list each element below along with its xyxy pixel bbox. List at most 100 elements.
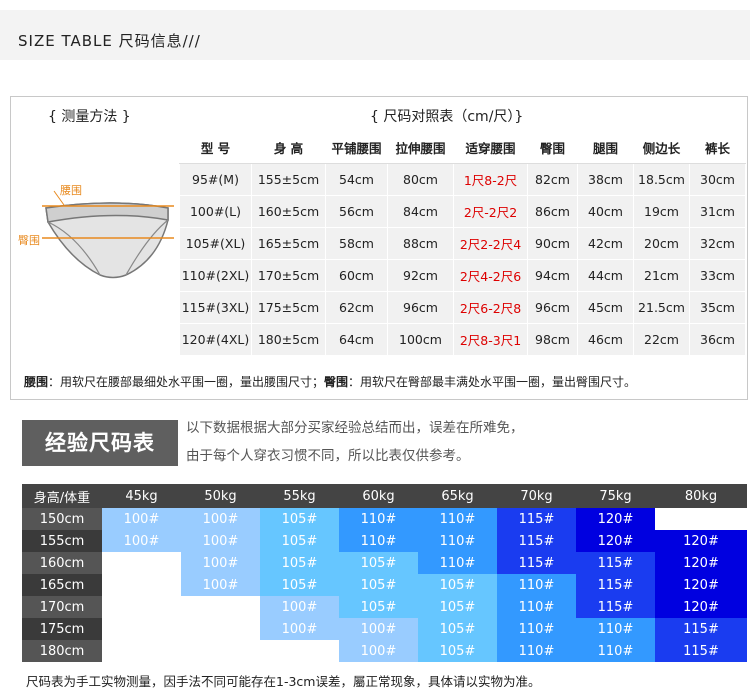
size-table-cell: 155±5cm (251, 163, 326, 196)
grid-height-cell: 160cm (22, 552, 102, 574)
size-table-cell: 46cm (577, 323, 634, 356)
grid-row: 160cm 100# 105# 105# 110# 115# 115# 120# (22, 552, 747, 574)
size-table-cell: 95#(M) (179, 163, 252, 196)
size-table-cell: 56cm (325, 195, 388, 228)
grid-weight-cell: 80kg (655, 484, 747, 508)
size-table-header-cell: 臀围 (527, 131, 578, 164)
measure-method-heading: { 测量方法 } (48, 109, 131, 125)
underwear-illustration (42, 190, 174, 279)
size-table-cell: 180±5cm (251, 323, 326, 356)
size-table-header-cell: 裤长 (689, 131, 746, 164)
grid-size-cell: 105# (418, 618, 497, 640)
grid-size-cell: 100# (102, 530, 181, 552)
size-table-header-row: 型 号身 高平铺腰围 拉伸腰围 适穿腰围 臀围 腿围 侧边长 裤长 (179, 131, 746, 164)
experience-line-1: 以下数据根据大部分买家经验总结而出，误差在所难免， (186, 420, 524, 436)
size-table-header-cell: 腿围 (577, 131, 634, 164)
size-table-cell: 170±5cm (251, 259, 326, 292)
size-table-cell: 64cm (325, 323, 388, 356)
size-table-cell: 19cm (633, 195, 690, 228)
size-table-cell: 21.5cm (633, 291, 690, 324)
grid-size-cell: 115# (497, 508, 576, 530)
grid-row: 150cm 100# 100# 105# 110# 110# 115# 120# (22, 508, 747, 530)
grid-row: 170cm 100# 105# 105# 110# 115# 120# (22, 596, 747, 618)
size-table-cell: 98cm (527, 323, 578, 356)
size-table-cell: 120#(4XL) (179, 323, 252, 356)
size-table-row: 100#(L) 160±5cm 56cm 84cm 2尺-2尺2 86cm 40cm 19cm… (179, 195, 746, 228)
waist-label: 腰围 (60, 184, 82, 197)
size-table-cell: 2尺8-3尺1 (453, 323, 528, 356)
grid-size-cell: 105# (260, 508, 339, 530)
grid-size-cell (102, 640, 181, 662)
grid-weight-cell: 60kg (339, 484, 418, 508)
size-table-cell: 18.5cm (633, 163, 690, 196)
grid-size-cell: 115# (497, 530, 576, 552)
size-table-cell: 100#(L) (179, 195, 252, 228)
grid-size-cell (181, 596, 260, 618)
size-table-cell: 84cm (387, 195, 454, 228)
grid-size-cell: 110# (497, 618, 576, 640)
size-table-cell: 105#(XL) (179, 227, 252, 260)
size-table-row: 115#(3XL) 175±5cm 62cm 96cm 2尺6-2尺8 96cm 45cm 2… (179, 291, 746, 324)
grid-size-cell: 110# (418, 530, 497, 552)
grid-size-cell: 100# (181, 508, 260, 530)
size-table-row: 120#(4XL) 180±5cm 64cm 100cm 2尺8-3尺1 98cm 46cm… (179, 323, 746, 356)
grid-size-cell: 100# (339, 640, 418, 662)
size-table-header-cell: 侧边长 (633, 131, 690, 164)
grid-height-cell: 150cm (22, 508, 102, 530)
size-table-cell: 22cm (633, 323, 690, 356)
grid-size-cell: 115# (576, 552, 655, 574)
size-table-cell: 96cm (527, 291, 578, 324)
grid-size-cell: 100# (102, 508, 181, 530)
size-table-cell: 45cm (577, 291, 634, 324)
grid-size-cell (655, 508, 747, 530)
grid-height-cell: 175cm (22, 618, 102, 640)
grid-size-cell: 120# (655, 552, 747, 574)
grid-size-cell: 100# (181, 530, 260, 552)
page-title: SIZE TABLE 尺码信息/// (18, 32, 201, 50)
grid-size-cell: 100# (181, 574, 260, 596)
grid-size-cell: 110# (339, 508, 418, 530)
size-table-cell: 62cm (325, 291, 388, 324)
grid-size-cell: 110# (576, 618, 655, 640)
grid-size-cell: 120# (576, 508, 655, 530)
grid-size-cell: 110# (576, 640, 655, 662)
waist-text: ：用软尺在腰部最细处水平围一圈，量出腰围尺寸； (48, 375, 325, 389)
size-table-cell: 100cm (387, 323, 454, 356)
grid-size-cell: 110# (497, 596, 576, 618)
size-table-cell: 86cm (527, 195, 578, 228)
grid-header-row: 身高/体重 45kg 50kg 55kg 60kg 65kg 70kg 75kg 80kg (22, 484, 747, 508)
size-table-cell: 82cm (527, 163, 578, 196)
grid-size-cell: 120# (655, 530, 747, 552)
size-table-cell: 31cm (689, 195, 746, 228)
grid-size-cell: 105# (339, 574, 418, 596)
grid-row: 155cm 100# 100# 105# 110# 110# 115# 120# 120# (22, 530, 747, 552)
size-table-cell: 88cm (387, 227, 454, 260)
grid-corner-cell: 身高/体重 (22, 484, 102, 508)
size-table-cell: 21cm (633, 259, 690, 292)
size-table-cell: 36cm (689, 323, 746, 356)
grid-size-cell: 105# (260, 530, 339, 552)
grid-size-cell: 115# (576, 596, 655, 618)
size-table-cell: 20cm (633, 227, 690, 260)
grid-size-cell: 105# (339, 552, 418, 574)
size-table-cell: 160±5cm (251, 195, 326, 228)
grid-size-cell: 100# (260, 596, 339, 618)
grid-size-cell: 115# (655, 640, 747, 662)
size-table-cell: 175±5cm (251, 291, 326, 324)
grid-size-cell: 100# (339, 618, 418, 640)
grid-size-cell (102, 596, 181, 618)
grid-weight-cell: 75kg (576, 484, 655, 508)
grid-size-cell: 115# (655, 618, 747, 640)
grid-weight-cell: 45kg (102, 484, 181, 508)
size-table-cell: 32cm (689, 227, 746, 260)
size-table-header-cell: 平铺腰围 (325, 131, 388, 164)
hip-text: ：用软尺在臀部最丰满处水平围一圈，量出臀围尺寸。 (348, 375, 637, 389)
grid-size-cell: 105# (418, 640, 497, 662)
size-table-cell: 44cm (577, 259, 634, 292)
experience-grid: 身高/体重 45kg 50kg 55kg 60kg 65kg 70kg 75kg 80kg 150… (22, 484, 747, 662)
grid-size-cell: 110# (418, 552, 497, 574)
size-table-cell: 2尺4-2尺6 (453, 259, 528, 292)
grid-size-cell: 110# (339, 530, 418, 552)
grid-size-cell: 120# (655, 574, 747, 596)
experience-line-2: 由于每个人穿衣习惯不同，所以比表仅供参考。 (186, 448, 470, 464)
